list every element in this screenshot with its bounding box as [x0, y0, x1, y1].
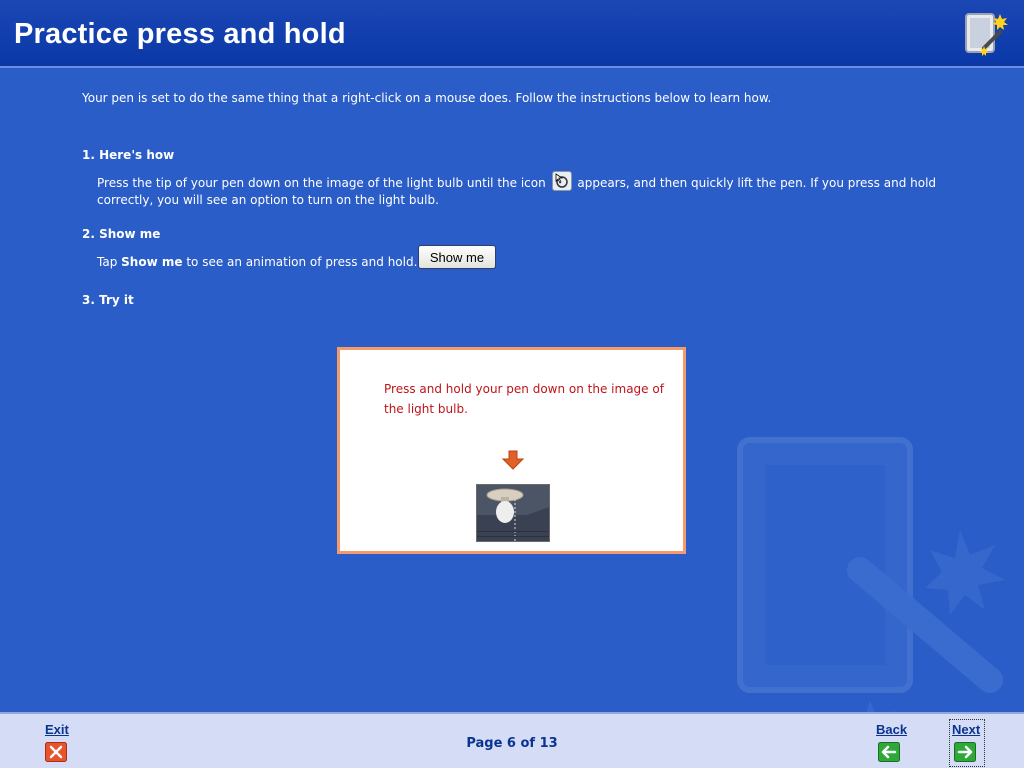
step2-text-bold: Show me	[121, 255, 183, 269]
step1-text-before: Press the tip of your pen down on the im…	[97, 176, 546, 190]
back-arrow-icon[interactable]	[878, 742, 900, 762]
step2-body: Tap Show me to see an animation of press…	[97, 255, 417, 269]
page-title: Practice press and hold	[14, 18, 346, 50]
practice-instruction: Press and hold your pen down on the imag…	[384, 382, 664, 416]
page-indicator: Page 6 of 13	[466, 736, 558, 751]
exit-link[interactable]: Exit	[45, 722, 69, 737]
practice-panel: Press and hold your pen down on the imag…	[337, 347, 686, 554]
step1-heading: 1. Here's how	[82, 148, 175, 162]
step2-text-suffix: to see an animation of press and hold.	[186, 255, 418, 269]
next-arrow-icon[interactable]	[954, 742, 976, 762]
back-link[interactable]: Back	[876, 722, 907, 737]
tablet-watermark-icon	[737, 437, 1005, 720]
step1-body: Press the tip of your pen down on the im…	[97, 171, 937, 209]
next-link[interactable]: Next	[952, 722, 980, 737]
show-me-button[interactable]: Show me	[418, 245, 496, 269]
intro-text: Your pen is set to do the same thing tha…	[82, 91, 772, 105]
footer-nav: Exit Page 6 of 13 Back Next	[0, 712, 1024, 768]
step3-heading: 3. Try it	[82, 293, 134, 307]
header-bar: Practice press and hold	[0, 0, 1024, 68]
tablet-pen-icon	[965, 13, 1008, 56]
tutorial-window: Practice press and hold Your pen is set …	[0, 0, 1024, 768]
step2-heading: 2. Show me	[82, 227, 161, 241]
down-arrow-icon	[502, 450, 524, 470]
step2-text-prefix: Tap	[97, 255, 118, 269]
light-bulb-image[interactable]	[476, 484, 550, 542]
press-and-hold-cursor-icon	[551, 171, 572, 191]
